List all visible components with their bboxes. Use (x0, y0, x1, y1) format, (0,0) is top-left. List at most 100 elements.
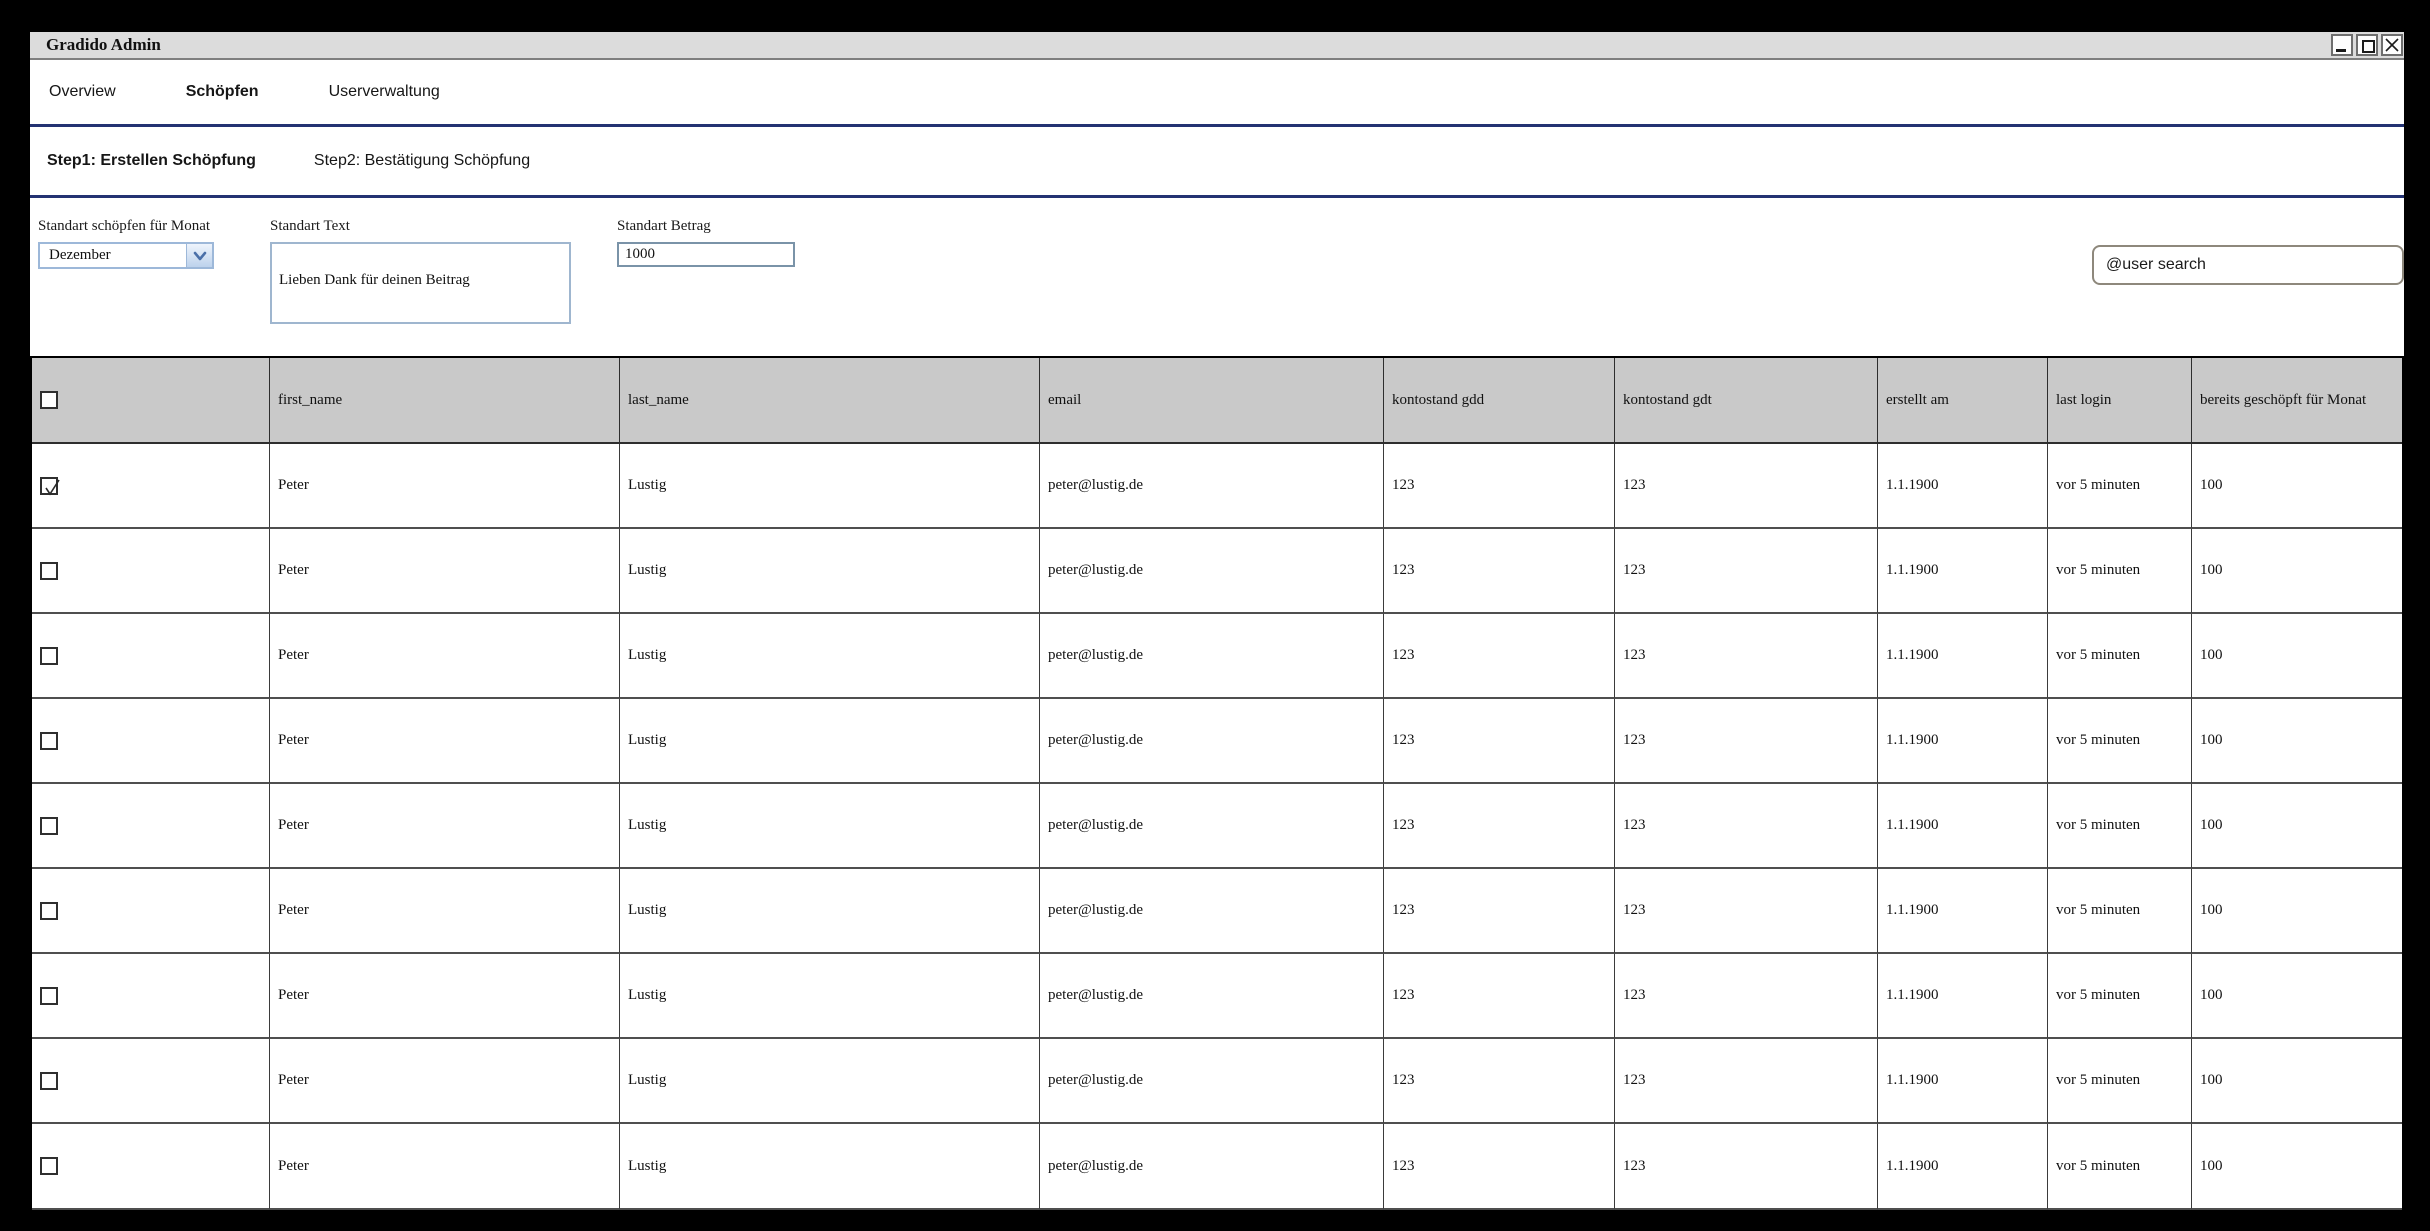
step1-tab[interactable]: Step1: Erstellen Schöpfung (47, 152, 256, 170)
cell-last-login: vor 5 minuten (2048, 444, 2192, 529)
cell-last-name: Lustig (620, 954, 1040, 1039)
cell-email: peter@lustig.de (1040, 869, 1384, 954)
titlebar: Gradido Admin (30, 32, 2404, 60)
cell-last-login: vor 5 minuten (2048, 614, 2192, 699)
cell-first-name: Peter (270, 784, 620, 869)
main-tabs: Overview Schöpfen Userverwaltung (30, 60, 2404, 127)
cell-kontostand-gdt: 123 (1615, 869, 1878, 954)
close-button[interactable] (2381, 34, 2403, 56)
step2-tab[interactable]: Step2: Bestätigung Schöpfung (314, 152, 530, 170)
table-column-header[interactable]: kontostand gdd (1384, 358, 1615, 444)
table-column-header[interactable]: erstellt am (1878, 358, 2048, 444)
creation-form: Standart schöpfen für Monat Dezember Sta… (30, 198, 2404, 356)
tab-schoepfen[interactable]: Schöpfen (186, 83, 259, 101)
cell-first-name: Peter (270, 699, 620, 784)
row-checkbox[interactable] (40, 987, 58, 1005)
row-checkbox[interactable] (40, 477, 58, 495)
cell-kontostand-gdd: 123 (1384, 614, 1615, 699)
cell-erstellt-am: 1.1.1900 (1878, 869, 2048, 954)
user-search-input[interactable] (2092, 245, 2404, 285)
row-select-cell (32, 614, 270, 699)
cell-last-name: Lustig (620, 614, 1040, 699)
cell-kontostand-gdd: 123 (1384, 1039, 1615, 1124)
row-checkbox[interactable] (40, 647, 58, 665)
row-select-cell (32, 444, 270, 529)
cell-kontostand-gdd: 123 (1384, 784, 1615, 869)
cell-kontostand-gdt: 123 (1615, 529, 1878, 614)
cell-email: peter@lustig.de (1040, 529, 1384, 614)
row-select-cell (32, 1039, 270, 1124)
cell-kontostand-gdt: 123 (1615, 699, 1878, 784)
cell-kontostand-gdd: 123 (1384, 1124, 1615, 1210)
cell-last-name: Lustig (620, 699, 1040, 784)
user-table: first_namelast_nameemailkontostand gddko… (30, 356, 2404, 1210)
cell-first-name: Peter (270, 444, 620, 529)
row-select-cell (32, 529, 270, 614)
cell-bereits-geschoepft: 100 (2192, 699, 2402, 784)
cell-last-login: vor 5 minuten (2048, 784, 2192, 869)
cell-email: peter@lustig.de (1040, 444, 1384, 529)
cell-bereits-geschoepft: 100 (2192, 784, 2402, 869)
table-column-header[interactable]: last_name (620, 358, 1040, 444)
cell-erstellt-am: 1.1.1900 (1878, 614, 2048, 699)
cell-email: peter@lustig.de (1040, 954, 1384, 1039)
month-select-value: Dezember (40, 244, 186, 267)
select-all-checkbox[interactable] (40, 391, 58, 409)
check-icon (42, 477, 62, 499)
cell-kontostand-gdt: 123 (1615, 784, 1878, 869)
cell-kontostand-gdd: 123 (1384, 699, 1615, 784)
month-select[interactable]: Dezember (38, 242, 214, 269)
cell-kontostand-gdt: 123 (1615, 954, 1878, 1039)
row-checkbox[interactable] (40, 902, 58, 920)
chevron-down-icon[interactable] (186, 244, 212, 267)
table-column-header[interactable]: bereits geschöpft für Monat (2192, 358, 2402, 444)
tab-userverwaltung[interactable]: Userverwaltung (329, 83, 440, 101)
minimize-button[interactable] (2331, 34, 2353, 56)
cell-kontostand-gdd: 123 (1384, 529, 1615, 614)
cell-bereits-geschoepft: 100 (2192, 954, 2402, 1039)
amount-field-label: Standart Betrag (617, 218, 711, 235)
cell-last-name: Lustig (620, 1124, 1040, 1210)
cell-erstellt-am: 1.1.1900 (1878, 1039, 2048, 1124)
cell-email: peter@lustig.de (1040, 699, 1384, 784)
amount-input[interactable] (617, 242, 795, 267)
month-select-label: Standart schöpfen für Monat (38, 218, 210, 235)
cell-bereits-geschoepft: 100 (2192, 529, 2402, 614)
table-column-header[interactable]: kontostand gdt (1615, 358, 1878, 444)
cell-kontostand-gdd: 123 (1384, 444, 1615, 529)
cell-bereits-geschoepft: 100 (2192, 444, 2402, 529)
row-checkbox[interactable] (40, 562, 58, 580)
cell-first-name: Peter (270, 954, 620, 1039)
close-icon (2384, 37, 2400, 53)
table-column-header[interactable]: last login (2048, 358, 2192, 444)
cell-first-name: Peter (270, 1124, 620, 1210)
standard-text-value: Lieben Dank für deinen Beitrag (279, 272, 470, 288)
cell-erstellt-am: 1.1.1900 (1878, 1124, 2048, 1210)
standard-text-textarea[interactable]: Lieben Dank für deinen Beitrag (270, 242, 571, 324)
window-controls (2331, 34, 2404, 56)
cell-bereits-geschoepft: 100 (2192, 1124, 2402, 1210)
row-checkbox[interactable] (40, 1157, 58, 1175)
table-column-header[interactable]: first_name (270, 358, 620, 444)
row-checkbox[interactable] (40, 732, 58, 750)
cell-first-name: Peter (270, 1039, 620, 1124)
cell-last-login: vor 5 minuten (2048, 869, 2192, 954)
cell-kontostand-gdt: 123 (1615, 614, 1878, 699)
row-checkbox[interactable] (40, 1072, 58, 1090)
cell-bereits-geschoepft: 100 (2192, 869, 2402, 954)
maximize-button[interactable] (2356, 34, 2378, 56)
tab-overview[interactable]: Overview (49, 83, 116, 101)
cell-last-login: vor 5 minuten (2048, 954, 2192, 1039)
table-column-header[interactable]: email (1040, 358, 1384, 444)
cell-erstellt-am: 1.1.1900 (1878, 954, 2048, 1039)
row-select-cell (32, 699, 270, 784)
row-checkbox[interactable] (40, 817, 58, 835)
cell-last-login: vor 5 minuten (2048, 1124, 2192, 1210)
cell-last-login: vor 5 minuten (2048, 529, 2192, 614)
cell-first-name: Peter (270, 869, 620, 954)
row-select-cell (32, 1124, 270, 1210)
cell-first-name: Peter (270, 614, 620, 699)
cell-kontostand-gdt: 123 (1615, 1124, 1878, 1210)
cell-kontostand-gdt: 123 (1615, 444, 1878, 529)
table-column-header[interactable] (32, 358, 270, 444)
